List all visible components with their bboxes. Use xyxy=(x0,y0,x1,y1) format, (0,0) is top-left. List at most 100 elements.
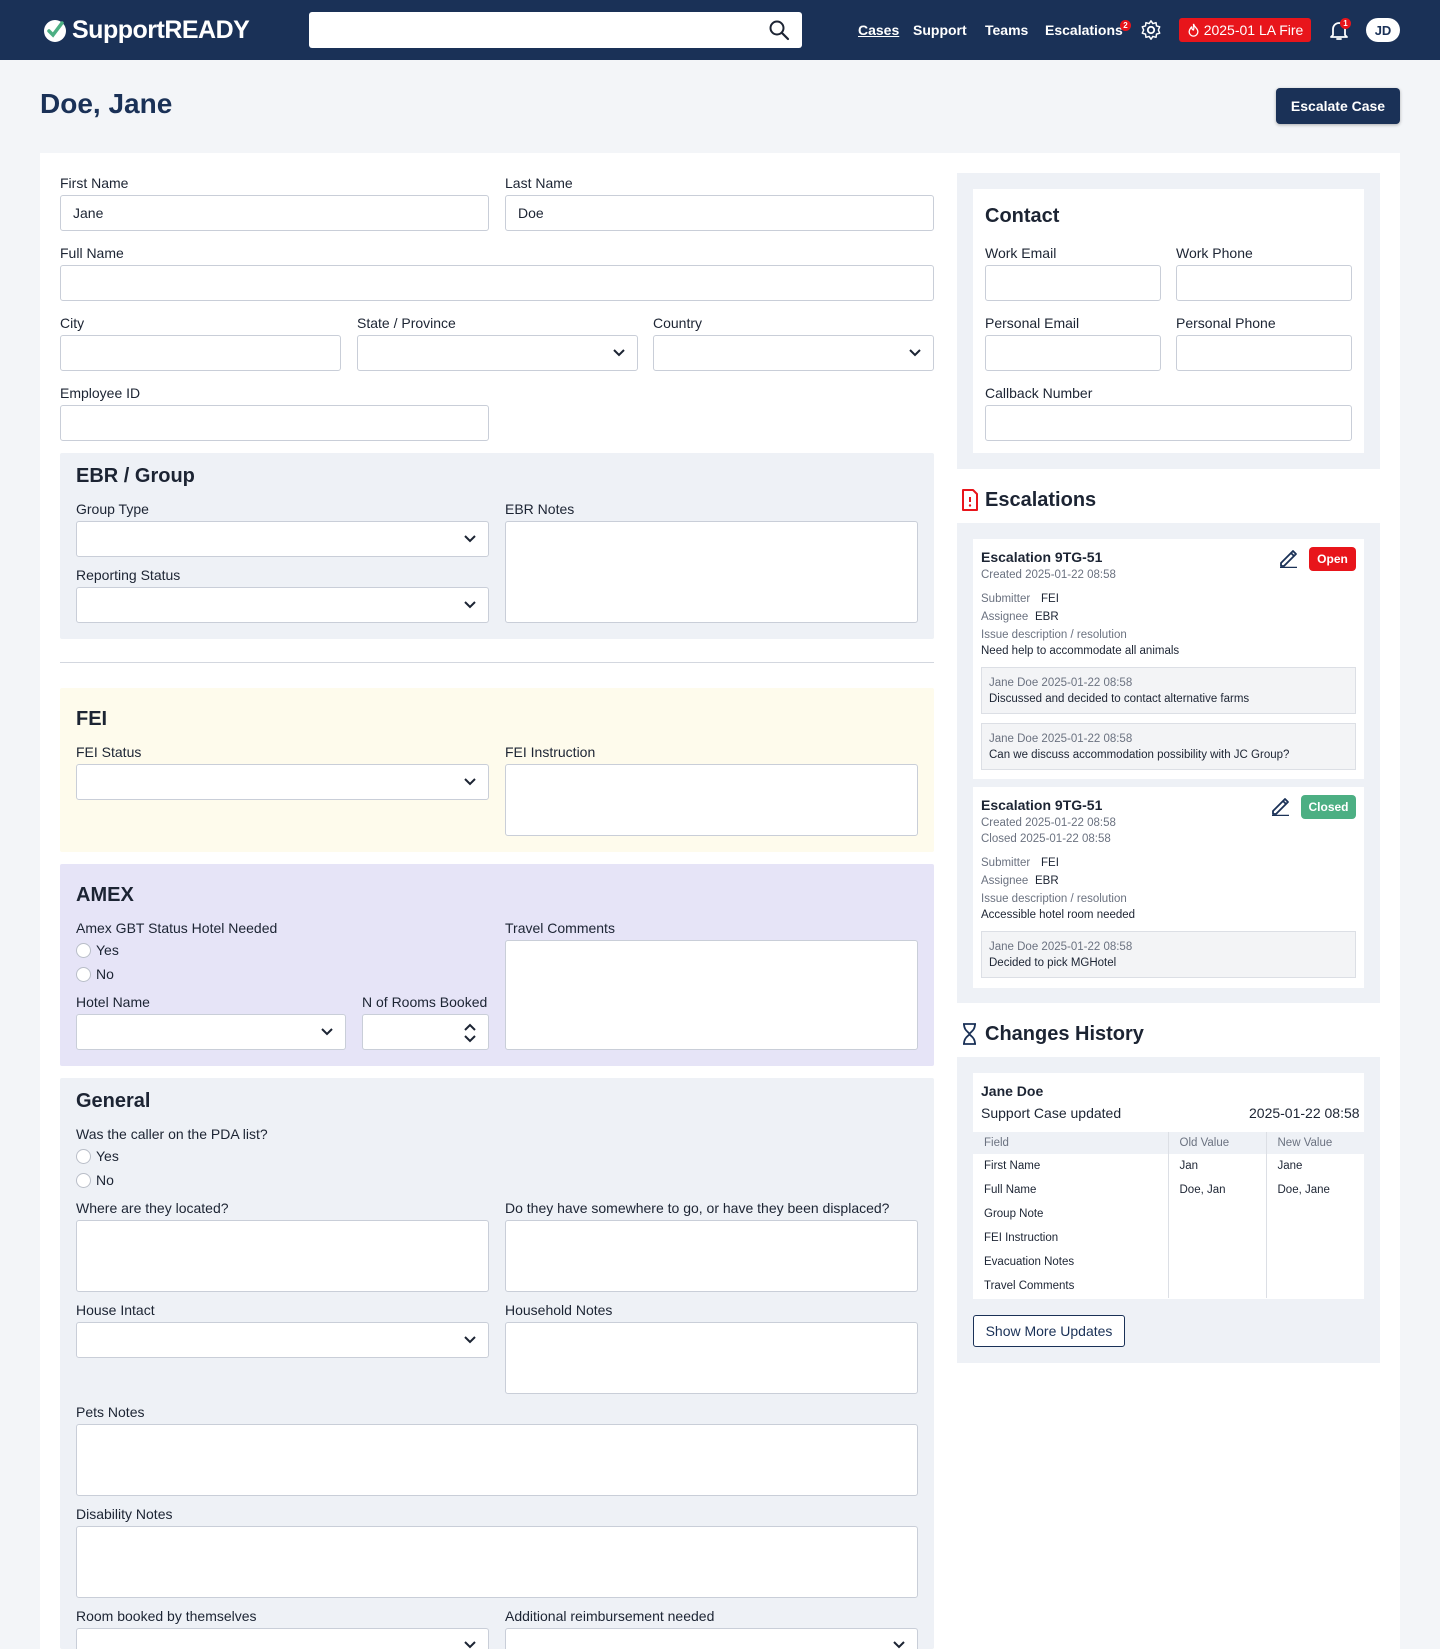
fei-instruction-textarea[interactable] xyxy=(505,764,918,836)
pets-notes-textarea[interactable] xyxy=(76,1424,918,1496)
field-cell: First Name xyxy=(984,1160,1041,1172)
country-label: Country xyxy=(653,315,703,331)
nav-link-support[interactable]: Support xyxy=(913,22,967,38)
page-title: Doe, Jane xyxy=(40,88,173,119)
nav-escalations[interactable]: Escalations xyxy=(1045,0,1123,60)
reimbursement-label: Additional reimbursement needed xyxy=(505,1608,715,1624)
gear-icon[interactable] xyxy=(1140,19,1162,41)
comment-meta: Jane Doe 2025-01-22 08:58 xyxy=(989,941,1133,953)
brand-logo[interactable]: SupportREADY xyxy=(42,14,250,46)
rooms-booked-label: N of Rooms Booked xyxy=(362,994,488,1010)
show-more-updates-button[interactable]: Show More Updates xyxy=(973,1315,1125,1347)
house-intact-label: House Intact xyxy=(76,1302,155,1318)
state-label: State / Province xyxy=(357,315,456,331)
hotel-needed-no-radio[interactable]: No xyxy=(76,966,114,982)
brand-name: SupportREADY xyxy=(72,15,250,44)
active-event-badge[interactable]: 2025-01 LA Fire xyxy=(1179,18,1311,42)
edit-pencil-icon[interactable] xyxy=(1270,796,1290,816)
displaced-textarea[interactable] xyxy=(505,1220,918,1292)
last-name-input[interactable]: Doe xyxy=(505,195,934,231)
new-value-cell xyxy=(1265,1274,1364,1298)
old-value-cell: Jan xyxy=(1167,1154,1266,1178)
field-cell: Travel Comments xyxy=(984,1280,1075,1292)
city-label: City xyxy=(60,315,85,331)
work-email-label: Work Email xyxy=(985,245,1057,261)
nav-teams[interactable]: Teams xyxy=(985,0,1028,60)
comment-meta: Jane Doe 2025-01-22 08:58 xyxy=(989,677,1133,689)
house-intact-select[interactable] xyxy=(76,1322,489,1358)
general-section-title: General xyxy=(76,1090,151,1112)
fei-status-select[interactable] xyxy=(76,764,489,800)
radio-circle[interactable] xyxy=(76,1148,91,1164)
assignee-value: EBR xyxy=(1035,611,1059,623)
assignee-label: Assignee xyxy=(981,611,1029,623)
issue-label: Issue description / resolution xyxy=(981,629,1127,641)
submitter-label: Submitter xyxy=(981,593,1031,605)
state-select[interactable] xyxy=(357,335,638,371)
table-row: Evacuation Notes xyxy=(973,1250,1364,1274)
table-row: FEI Instruction xyxy=(973,1226,1364,1250)
new-value-cell xyxy=(1265,1250,1364,1274)
search-icon[interactable] xyxy=(768,19,790,41)
work-phone-input[interactable] xyxy=(1176,265,1352,301)
escalation-created: Created 2025-01-22 08:58 xyxy=(981,817,1116,829)
edit-pencil-icon[interactable] xyxy=(1278,548,1298,568)
country-select[interactable] xyxy=(653,335,934,371)
escalation-title: Escalation 9TG-51 xyxy=(981,797,1103,813)
search-input[interactable] xyxy=(309,12,802,48)
group-type-select[interactable] xyxy=(76,521,489,557)
fei-instruction-label: FEI Instruction xyxy=(505,744,596,760)
alert-document-icon xyxy=(962,489,978,511)
employee-id-input[interactable] xyxy=(60,405,489,441)
rooms-booked-stepper[interactable] xyxy=(362,1014,489,1050)
hotel-needed-yes-radio[interactable]: Yes xyxy=(76,942,119,958)
nav-link-escalations[interactable]: Escalations xyxy=(1045,22,1123,38)
radio-circle[interactable] xyxy=(76,1172,91,1188)
city-input[interactable] xyxy=(60,335,341,371)
employee-id-label: Employee ID xyxy=(60,385,141,401)
callback-number-label: Callback Number xyxy=(985,385,1093,401)
assignee-value: EBR xyxy=(1035,875,1059,887)
avatar[interactable]: JD xyxy=(1366,18,1400,42)
old-value-cell xyxy=(1167,1274,1266,1298)
pda-no-radio[interactable]: No xyxy=(76,1172,114,1188)
fei-status-label: FEI Status xyxy=(76,744,142,760)
callback-number-input[interactable] xyxy=(985,405,1352,441)
hotel-name-label: Hotel Name xyxy=(76,994,150,1010)
table-row: Group Note xyxy=(973,1202,1364,1226)
nav-support[interactable]: Support xyxy=(913,0,967,60)
stepper-arrows-icon[interactable] xyxy=(464,1023,476,1043)
personal-email-input[interactable] xyxy=(985,335,1161,371)
first-name-input[interactable]: Jane xyxy=(60,195,489,231)
full-name-input[interactable] xyxy=(60,265,934,301)
hotel-name-select[interactable] xyxy=(76,1014,346,1050)
contact-title: Contact xyxy=(985,205,1060,227)
nav-cases[interactable]: Cases xyxy=(858,0,899,60)
travel-comments-textarea[interactable] xyxy=(505,940,918,1050)
personal-phone-input[interactable] xyxy=(1176,335,1352,371)
old-value-cell xyxy=(1167,1226,1266,1250)
top-navigation-bar: SupportREADY Cases Support Teams Escalat… xyxy=(0,0,1440,60)
reporting-status-select[interactable] xyxy=(76,587,489,623)
escalations-title: Escalations xyxy=(985,489,1097,511)
nav-link-teams[interactable]: Teams xyxy=(985,22,1028,38)
household-notes-textarea[interactable] xyxy=(505,1322,918,1394)
new-value-cell xyxy=(1265,1226,1364,1250)
fei-section-title: FEI xyxy=(76,708,108,730)
radio-circle[interactable] xyxy=(76,942,91,958)
table-row: First Name Jan Jane xyxy=(973,1154,1364,1178)
room-booked-select[interactable] xyxy=(76,1628,489,1649)
disability-notes-textarea[interactable] xyxy=(76,1526,918,1598)
radio-circle[interactable] xyxy=(76,966,91,982)
escalate-case-button[interactable]: Escalate Case xyxy=(1276,88,1400,124)
ebr-notes-textarea[interactable] xyxy=(505,521,918,623)
submitter-label: Submitter xyxy=(981,857,1031,869)
nav-link-cases[interactable]: Cases xyxy=(858,22,899,38)
personal-phone-label: Personal Phone xyxy=(1176,315,1276,331)
section-divider xyxy=(60,662,934,663)
pda-yes-radio[interactable]: Yes xyxy=(76,1148,119,1164)
reimbursement-select[interactable] xyxy=(505,1628,918,1649)
work-email-input[interactable] xyxy=(985,265,1161,301)
chevron-down-icon xyxy=(464,1336,476,1344)
located-textarea[interactable] xyxy=(76,1220,489,1292)
